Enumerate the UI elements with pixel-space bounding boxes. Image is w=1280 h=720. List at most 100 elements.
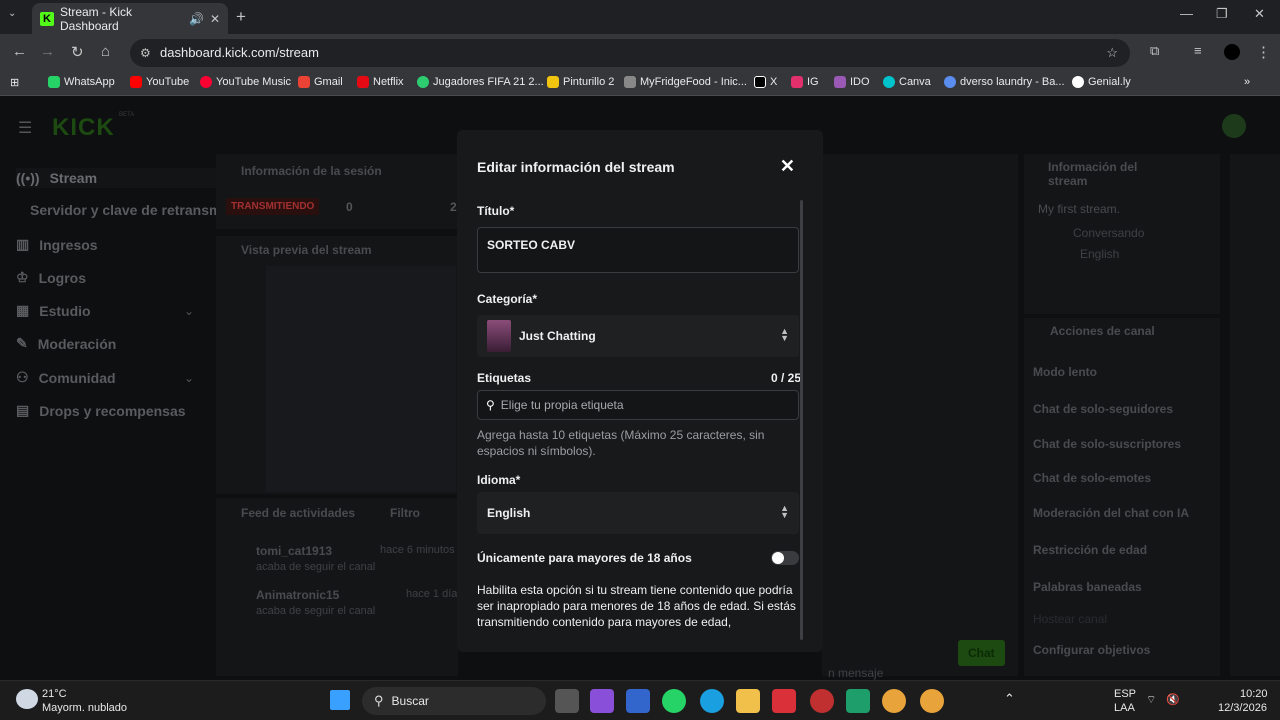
sidebar-item-server-key[interactable]: Servidor y clave de retransm	[30, 202, 221, 218]
screen-recorder-icon[interactable]	[810, 689, 834, 713]
apps-icon[interactable]: ⊞	[10, 76, 19, 89]
hamburger-icon[interactable]: ☰	[18, 118, 32, 138]
profile-avatar[interactable]	[1224, 44, 1240, 60]
sidebar-item-stream[interactable]: ((•)) Stream	[16, 168, 216, 188]
feed-filter[interactable]: Filtro	[390, 506, 420, 520]
maximize-icon[interactable]: ❐	[1216, 6, 1228, 22]
tray-expand-icon[interactable]: ⌃	[1004, 691, 1015, 707]
bookmark-item[interactable]: YouTube	[130, 76, 189, 88]
whatsapp-app-icon[interactable]	[662, 689, 686, 713]
action-item[interactable]: Modo lento	[1033, 365, 1097, 379]
action-item[interactable]: Palabras baneadas	[1033, 580, 1142, 594]
close-tab-icon[interactable]: ✕	[210, 12, 220, 26]
category-label: Categoría*	[477, 292, 538, 306]
bookmark-item[interactable]: X	[754, 76, 777, 88]
feed-action: acaba de seguir el canal	[256, 605, 376, 617]
action-item[interactable]: Moderación del chat con IA	[1033, 506, 1189, 520]
bookmark-star-icon[interactable]: ☆	[1106, 39, 1118, 67]
wifi-icon[interactable]: ⌔	[1146, 693, 1156, 707]
chevron-down-icon[interactable]: ⌄	[184, 304, 194, 318]
tab-search-icon[interactable]: ⌄	[8, 8, 16, 19]
stream-preview-video[interactable]	[266, 266, 456, 492]
gift-icon: ▤	[16, 402, 30, 418]
category-select[interactable]: Just Chatting ▲ ▼	[477, 315, 799, 357]
wps-icon[interactable]	[772, 689, 796, 713]
close-window-icon[interactable]: ✕	[1254, 6, 1265, 22]
action-item[interactable]: Restricción de edad	[1033, 543, 1147, 557]
tags-input[interactable]: ⚲ Elige tu propia etiqueta	[477, 390, 799, 420]
bookmark-item[interactable]: WhatsApp	[48, 76, 115, 88]
new-tab-icon[interactable]: +	[236, 7, 246, 27]
explorer-icon[interactable]	[736, 689, 760, 713]
action-item[interactable]: Configurar objetivos	[1033, 643, 1150, 657]
bookmark-item[interactable]: IG	[791, 76, 819, 88]
kick-logo[interactable]: KICK	[52, 114, 115, 142]
canva-icon	[883, 76, 895, 88]
copilot-icon[interactable]	[590, 689, 614, 713]
more-bookmarks-icon[interactable]: »	[1244, 76, 1250, 88]
tab-title: Stream - Kick Dashboard	[60, 4, 133, 33]
menu-icon[interactable]: ⋮	[1256, 43, 1271, 61]
user-avatar[interactable]	[1222, 114, 1246, 138]
search-icon: ⚲	[486, 398, 495, 412]
edge-icon[interactable]	[700, 689, 724, 713]
site-info-icon[interactable]: ⚙	[140, 39, 151, 67]
home-icon[interactable]: ⌂	[101, 43, 110, 60]
sidebar-item-ingresos[interactable]: ▥ Ingresos	[16, 236, 98, 253]
myfridgefood-icon	[624, 76, 636, 88]
speaker-icon[interactable]: 🔊	[189, 12, 204, 26]
action-item[interactable]: Chat de solo-seguidores	[1033, 402, 1173, 416]
lang-indicator[interactable]: ESP	[1114, 688, 1136, 700]
modal-scrollbar[interactable]	[800, 200, 803, 640]
action-item[interactable]: Chat de solo-suscriptores	[1033, 437, 1181, 451]
chrome-profile-icon[interactable]	[920, 689, 944, 713]
sidebar-item-moderacion[interactable]: ✎ Moderación	[16, 335, 116, 352]
sidebar-item-drops[interactable]: ▤ Drops y recompensas	[16, 402, 186, 419]
feed-time: hace 1 día	[406, 588, 458, 600]
close-icon[interactable]: ✕	[780, 156, 795, 177]
pycharm-icon[interactable]	[846, 689, 870, 713]
chevron-down-icon[interactable]: ⌄	[184, 371, 194, 385]
back-icon[interactable]: ←	[12, 43, 27, 60]
url-input[interactable]: ⚙ dashboard.kick.com/stream ☆	[130, 39, 1130, 67]
title-input[interactable]: SORTEO CABV	[477, 227, 799, 273]
bookmark-item[interactable]: MyFridgeFood - Inic...	[624, 76, 747, 88]
sidebar-item-estudio[interactable]: ▦ Estudio	[16, 302, 91, 319]
bookmark-item[interactable]: Genial.ly	[1072, 76, 1131, 88]
bookmark-item[interactable]: Canva	[883, 76, 931, 88]
bookmark-item[interactable]: Netflix	[357, 76, 404, 88]
minimize-icon[interactable]: —	[1180, 6, 1193, 21]
task-view-icon[interactable]	[555, 689, 579, 713]
tab-kick-dashboard[interactable]: K Stream - Kick Dashboard 🔊 ✕	[32, 3, 228, 34]
volume-icon[interactable]: 🔇	[1166, 693, 1180, 706]
preview-title: Vista previa del stream	[241, 243, 372, 257]
stream-category-text: Conversando	[1073, 226, 1145, 240]
clock-time[interactable]: 10:20	[1240, 688, 1268, 700]
bookmark-item[interactable]: dverso laundry - Ba...	[944, 76, 1065, 88]
bookmark-item[interactable]: IDO	[834, 76, 870, 88]
chat-button[interactable]: Chat	[958, 640, 1005, 666]
sidebar-item-logros[interactable]: ♔ Logros	[16, 269, 86, 286]
action-item[interactable]: Chat de solo-emotes	[1033, 471, 1151, 485]
media-icon[interactable]: ≡	[1194, 43, 1202, 58]
weather-temp[interactable]: 21°C	[42, 688, 67, 700]
store-icon[interactable]	[626, 689, 650, 713]
tags-counter: 0 / 25	[770, 371, 801, 385]
extensions-icon[interactable]: ⧉	[1150, 43, 1159, 59]
bookmark-item[interactable]: Pinturillo 2	[547, 76, 614, 88]
adult-toggle[interactable]	[771, 551, 799, 565]
reload-icon[interactable]: ↻	[71, 43, 84, 61]
chrome-icon[interactable]	[882, 689, 906, 713]
taskbar-search[interactable]: ⚲ Buscar	[362, 687, 546, 715]
bookmark-item[interactable]: Gmail	[298, 76, 343, 88]
chat-input[interactable]: n mensaje	[828, 666, 883, 680]
bookmark-item[interactable]: Jugadores FIFA 21 2...	[417, 76, 544, 88]
forward-icon[interactable]: →	[40, 43, 55, 60]
bookmark-item[interactable]: YouTube Music	[200, 76, 291, 88]
windows-start-icon[interactable]	[330, 690, 350, 710]
action-item[interactable]: Hostear canal	[1033, 612, 1107, 626]
search-icon: ⚲	[374, 693, 384, 708]
language-select[interactable]: English ▲ ▼	[477, 492, 799, 534]
sidebar-item-comunidad[interactable]: ⚇ Comunidad	[16, 369, 116, 386]
weather-icon[interactable]	[16, 689, 38, 709]
